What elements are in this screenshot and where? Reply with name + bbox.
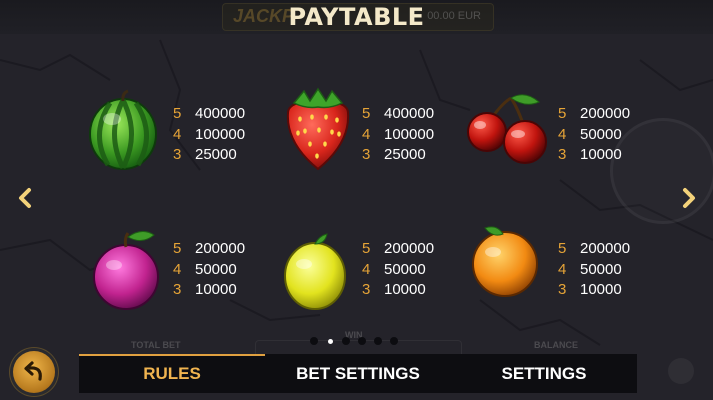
page-dot[interactable] bbox=[327, 338, 333, 344]
paytable-lemon: 5 200000 4 50000 3 10000 bbox=[362, 239, 434, 301]
orange-icon bbox=[472, 226, 538, 297]
page-dot[interactable] bbox=[390, 337, 398, 345]
match-count: 5 bbox=[558, 105, 567, 122]
strawberry-icon bbox=[286, 87, 350, 171]
payout-value: 50000 bbox=[195, 260, 237, 278]
paytable-orange: 5 200000 4 50000 3 10000 bbox=[558, 239, 630, 301]
plum-icon bbox=[93, 231, 159, 310]
cherries-icon bbox=[467, 94, 547, 164]
page-dot[interactable] bbox=[374, 337, 382, 345]
paytable-plum: 5 200000 4 50000 3 10000 bbox=[173, 239, 245, 301]
match-count: 4 bbox=[558, 125, 567, 143]
tab-settings[interactable]: SETTINGS bbox=[451, 354, 637, 393]
payout-value: 100000 bbox=[195, 125, 246, 143]
payout-value: 400000 bbox=[195, 105, 246, 122]
back-button[interactable] bbox=[13, 351, 55, 393]
balance-label: BALANCE bbox=[534, 340, 578, 350]
page-dot[interactable] bbox=[310, 337, 318, 345]
payout-value: 50000 bbox=[580, 125, 622, 143]
match-count: 3 bbox=[558, 281, 567, 298]
match-count: 3 bbox=[173, 146, 182, 163]
match-count: 4 bbox=[362, 125, 371, 143]
payout-value: 100000 bbox=[384, 125, 435, 143]
tab-label: BET SETTINGS bbox=[296, 363, 420, 383]
payout-value: 200000 bbox=[384, 240, 435, 257]
payout-value: 25000 bbox=[384, 146, 426, 163]
payout-value: 200000 bbox=[580, 240, 631, 257]
match-count: 5 bbox=[362, 240, 371, 257]
match-count: 3 bbox=[362, 146, 371, 163]
tab-label: RULES bbox=[143, 363, 201, 383]
match-count: 3 bbox=[173, 281, 182, 298]
match-count: 4 bbox=[173, 125, 182, 143]
back-arrow-icon bbox=[24, 361, 42, 381]
paytable-watermelon: 5 400000 4 100000 3 25000 bbox=[173, 104, 245, 166]
payout-value: 10000 bbox=[384, 281, 426, 298]
match-count: 4 bbox=[362, 260, 371, 278]
match-count: 4 bbox=[558, 260, 567, 278]
watermelon-icon bbox=[89, 89, 157, 170]
page-dot[interactable] bbox=[358, 337, 366, 345]
payout-value: 200000 bbox=[195, 240, 246, 257]
tab-label: SETTINGS bbox=[501, 363, 587, 383]
paytable-strawberry: 5 400000 4 100000 3 25000 bbox=[362, 104, 434, 166]
previous-page-button[interactable] bbox=[15, 186, 35, 210]
page-dot[interactable] bbox=[342, 337, 350, 345]
total-bet-label: TOTAL BET bbox=[131, 340, 181, 350]
match-count: 5 bbox=[558, 240, 567, 257]
match-count: 5 bbox=[362, 105, 371, 122]
match-count: 5 bbox=[173, 105, 182, 122]
payout-value: 10000 bbox=[580, 146, 622, 163]
chevron-left-icon bbox=[19, 188, 31, 208]
gear-icon bbox=[668, 358, 694, 384]
match-count: 3 bbox=[558, 146, 567, 163]
match-count: 3 bbox=[362, 281, 371, 298]
payout-value: 10000 bbox=[195, 281, 237, 298]
payout-value: 50000 bbox=[580, 260, 622, 278]
tab-bet-settings[interactable]: BET SETTINGS bbox=[265, 354, 451, 393]
chevron-right-icon bbox=[683, 188, 695, 208]
page-title: PAYTABLE bbox=[288, 3, 425, 31]
payout-value: 25000 bbox=[195, 146, 237, 163]
paytable-cherries: 5 200000 4 50000 3 10000 bbox=[558, 104, 630, 166]
lemon-icon bbox=[284, 233, 346, 310]
payout-value: 400000 bbox=[384, 105, 435, 122]
tab-bar: RULES BET SETTINGS SETTINGS bbox=[79, 354, 637, 393]
match-count: 4 bbox=[173, 260, 182, 278]
payout-value: 10000 bbox=[580, 281, 622, 298]
next-page-button[interactable] bbox=[679, 186, 699, 210]
tab-rules[interactable]: RULES bbox=[79, 354, 265, 393]
match-count: 5 bbox=[173, 240, 182, 257]
payout-value: 50000 bbox=[384, 260, 426, 278]
payout-value: 200000 bbox=[580, 105, 631, 122]
